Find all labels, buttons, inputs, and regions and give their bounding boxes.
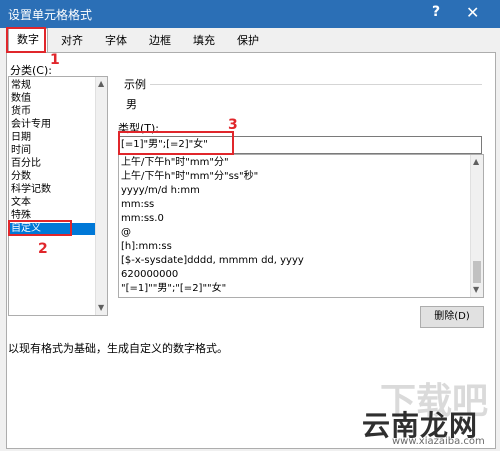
annotation-number-3: 3 [228, 117, 238, 133]
window-title: 设置单元格格式 [8, 8, 93, 22]
category-item-date[interactable]: 日期 [11, 132, 31, 144]
format-item[interactable]: mm:ss.0 [121, 213, 164, 225]
scroll-up-arrow-icon[interactable]: ▲ [98, 79, 104, 88]
format-listbox[interactable]: 上午/下午h"时"mm"分" 上午/下午h"时"mm"分"ss"秒" yyyy/… [118, 154, 484, 298]
sample-value: 男 [126, 98, 137, 111]
description-text: 以现有格式为基础，生成自定义的数字格式。 [8, 342, 228, 355]
scroll-up-arrow-icon[interactable]: ▲ [473, 157, 479, 166]
category-item-accounting[interactable]: 会计专用 [11, 119, 51, 131]
format-item[interactable]: [$-x-sysdate]dddd, mmmm dd, yyyy [121, 255, 304, 267]
tab-font[interactable]: 字体 [96, 30, 136, 52]
format-item[interactable]: 上午/下午h"时"mm"分" [121, 157, 229, 169]
format-item[interactable]: 上午/下午h"时"mm"分"ss"秒" [121, 171, 258, 183]
category-item-time[interactable]: 时间 [11, 145, 31, 157]
category-item-scientific[interactable]: 科学记数 [11, 184, 51, 196]
annotation-number-2: 2 [38, 241, 48, 257]
category-scrollbar[interactable]: ▲ ▼ [95, 77, 107, 315]
category-item-currency[interactable]: 货币 [11, 106, 31, 118]
category-listbox[interactable]: 常规 数值 货币 会计专用 日期 时间 百分比 分数 科学记数 文本 特殊 自定… [8, 76, 108, 316]
tab-fill[interactable]: 填充 [184, 30, 224, 52]
tab-strip: 数字 对齐 字体 边框 填充 保护 [6, 28, 494, 53]
format-item[interactable]: mm:ss [121, 199, 154, 211]
sample-label: 示例 [124, 78, 146, 91]
watermark-url: www.xiazaiba.com [392, 436, 485, 447]
category-item-number[interactable]: 数值 [11, 93, 31, 105]
highlight-box-type [118, 131, 234, 155]
format-item[interactable]: yyyy/m/d h:mm [121, 185, 200, 197]
highlight-box-tab [6, 27, 46, 53]
format-item[interactable]: "[=1]""男";"[=2]""女" [121, 283, 226, 295]
category-item-general[interactable]: 常规 [11, 80, 31, 92]
sample-group-line [150, 84, 482, 85]
scroll-down-arrow-icon[interactable]: ▼ [98, 303, 104, 312]
close-button[interactable]: ✕ [466, 3, 479, 22]
format-item[interactable]: @ [121, 227, 131, 239]
delete-button[interactable]: 删除(D) [420, 306, 484, 328]
highlight-box-custom [8, 220, 72, 236]
category-item-fraction[interactable]: 分数 [11, 171, 31, 183]
format-item[interactable]: 620000000 [121, 269, 178, 281]
scroll-down-arrow-icon[interactable]: ▼ [473, 285, 479, 294]
format-item[interactable]: [h]:mm:ss [121, 241, 172, 253]
format-scrollbar[interactable]: ▲ ▼ [470, 155, 483, 297]
annotation-number-1: 1 [50, 52, 60, 68]
tab-protection[interactable]: 保护 [228, 30, 268, 52]
help-button[interactable]: ? [432, 4, 440, 20]
scrollbar-thumb[interactable] [473, 261, 481, 283]
title-bar: 设置单元格格式 ? ✕ [0, 0, 500, 28]
tab-alignment[interactable]: 对齐 [52, 30, 92, 52]
category-item-percentage[interactable]: 百分比 [11, 158, 41, 170]
category-item-text[interactable]: 文本 [11, 197, 31, 209]
tab-border[interactable]: 边框 [140, 30, 180, 52]
